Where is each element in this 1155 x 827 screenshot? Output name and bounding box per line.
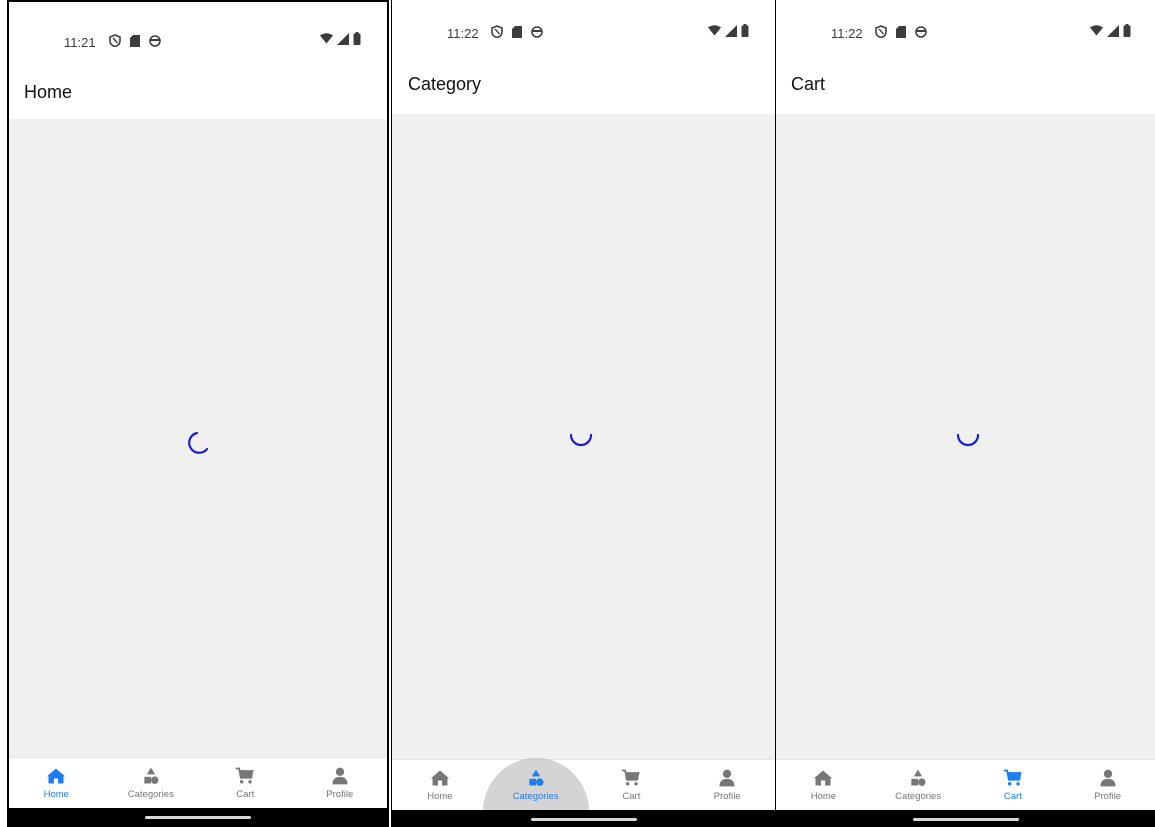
tab-home[interactable]: Home bbox=[392, 760, 488, 810]
tab-home[interactable]: Home bbox=[9, 758, 104, 808]
status-system-icons bbox=[1090, 24, 1131, 37]
tab-label: Home bbox=[427, 791, 453, 802]
content-area bbox=[776, 114, 1155, 760]
content-area bbox=[392, 114, 775, 760]
bottom-tab-bar: Home Categories Cart Profile bbox=[392, 758, 775, 827]
status-system-icons bbox=[320, 32, 361, 45]
page-title: Cart bbox=[791, 74, 826, 94]
wifi-icon bbox=[320, 33, 333, 44]
sd-card-icon bbox=[130, 34, 140, 47]
tab-categories[interactable]: Categories bbox=[104, 758, 199, 808]
wifi-icon bbox=[708, 25, 721, 36]
home-icon bbox=[814, 770, 833, 786]
tab-label: Home bbox=[43, 789, 69, 800]
home-screen: 11:21 Home Home Categories Cart Profile bbox=[7, 0, 389, 827]
tab-label: Categories bbox=[512, 791, 559, 802]
page-title: Home bbox=[24, 82, 73, 102]
tab-label: Profile bbox=[713, 791, 741, 802]
app-bar: Category bbox=[392, 64, 775, 114]
tab-cart[interactable]: Cart bbox=[198, 758, 293, 808]
app-bar: Cart bbox=[776, 64, 1155, 114]
status-time: 11:21 bbox=[64, 35, 96, 50]
system-nav-bar bbox=[392, 810, 775, 827]
battery-icon bbox=[741, 24, 749, 37]
shield-icon bbox=[875, 25, 887, 38]
status-system-icons bbox=[708, 24, 749, 37]
signal-icon bbox=[1107, 24, 1119, 37]
tab-label: Cart bbox=[236, 789, 255, 800]
battery-icon bbox=[353, 32, 361, 45]
tab-label: Profile bbox=[326, 789, 354, 800]
system-nav-bar bbox=[776, 810, 1155, 827]
tab-label: Cart bbox=[622, 791, 641, 802]
circle-status-icon bbox=[915, 25, 927, 38]
shapes-icon bbox=[911, 769, 926, 786]
category-screen: 11:22 Category Home Categories Cart Prof… bbox=[391, 0, 776, 827]
cart-screen: 11:22 Cart Home Categories Cart Profile bbox=[776, 0, 1155, 827]
circle-status-icon bbox=[531, 25, 543, 38]
status-notification-icons bbox=[875, 25, 927, 38]
tab-profile[interactable]: Profile bbox=[679, 760, 775, 810]
tab-cart[interactable]: Cart bbox=[584, 760, 680, 810]
home-gesture-handle[interactable] bbox=[530, 818, 637, 821]
home-gesture-handle[interactable] bbox=[912, 818, 1019, 821]
signal-icon bbox=[725, 24, 737, 37]
status-bar: 11:22 bbox=[776, 0, 1155, 70]
cart-icon bbox=[622, 769, 641, 786]
tab-categories[interactable]: Categories bbox=[482, 758, 589, 827]
bottom-tab-bar: Home Categories Cart Profile bbox=[776, 759, 1155, 810]
tab-cart[interactable]: Cart bbox=[966, 760, 1061, 810]
cart-icon bbox=[236, 767, 254, 784]
tab-label: Home bbox=[810, 791, 837, 802]
status-bar: 11:21 bbox=[9, 2, 387, 72]
loading-spinner-icon bbox=[569, 433, 593, 447]
user-icon bbox=[332, 767, 348, 785]
tab-categories[interactable]: Categories bbox=[871, 760, 966, 810]
status-notification-icons bbox=[109, 34, 161, 47]
battery-icon bbox=[1123, 24, 1131, 37]
tab-profile[interactable]: Profile bbox=[293, 758, 388, 808]
tab-label: Categories bbox=[895, 791, 942, 802]
sd-card-icon bbox=[512, 25, 522, 38]
status-time: 11:22 bbox=[831, 26, 863, 41]
status-time: 11:22 bbox=[447, 26, 479, 41]
home-icon bbox=[47, 768, 66, 784]
shield-icon bbox=[491, 25, 503, 38]
user-icon bbox=[719, 769, 735, 787]
sd-card-icon bbox=[896, 25, 906, 38]
circle-status-icon bbox=[149, 34, 161, 47]
app-bar: Home bbox=[9, 72, 387, 119]
page-title: Category bbox=[408, 74, 482, 94]
tab-label: Profile bbox=[1094, 791, 1122, 802]
tab-home[interactable]: Home bbox=[776, 760, 871, 810]
status-notification-icons bbox=[491, 25, 543, 38]
system-nav-bar bbox=[9, 808, 387, 825]
shapes-icon bbox=[144, 767, 159, 784]
shapes-icon bbox=[528, 769, 544, 786]
status-bar: 11:22 bbox=[392, 0, 775, 70]
user-icon bbox=[1100, 769, 1116, 787]
home-gesture-handle[interactable] bbox=[145, 816, 251, 819]
shield-icon bbox=[109, 34, 121, 47]
signal-icon bbox=[337, 32, 349, 45]
bottom-tab-bar: Home Categories Cart Profile bbox=[9, 757, 387, 808]
tab-profile[interactable]: Profile bbox=[1060, 760, 1155, 810]
loading-spinner-icon bbox=[956, 433, 980, 447]
cart-icon bbox=[1003, 769, 1022, 786]
tab-label: Categories bbox=[127, 789, 174, 800]
loading-spinner-icon bbox=[188, 431, 209, 454]
home-icon bbox=[430, 770, 450, 786]
content-area bbox=[9, 119, 387, 758]
tab-label: Cart bbox=[1003, 791, 1022, 802]
wifi-icon bbox=[1090, 25, 1103, 36]
